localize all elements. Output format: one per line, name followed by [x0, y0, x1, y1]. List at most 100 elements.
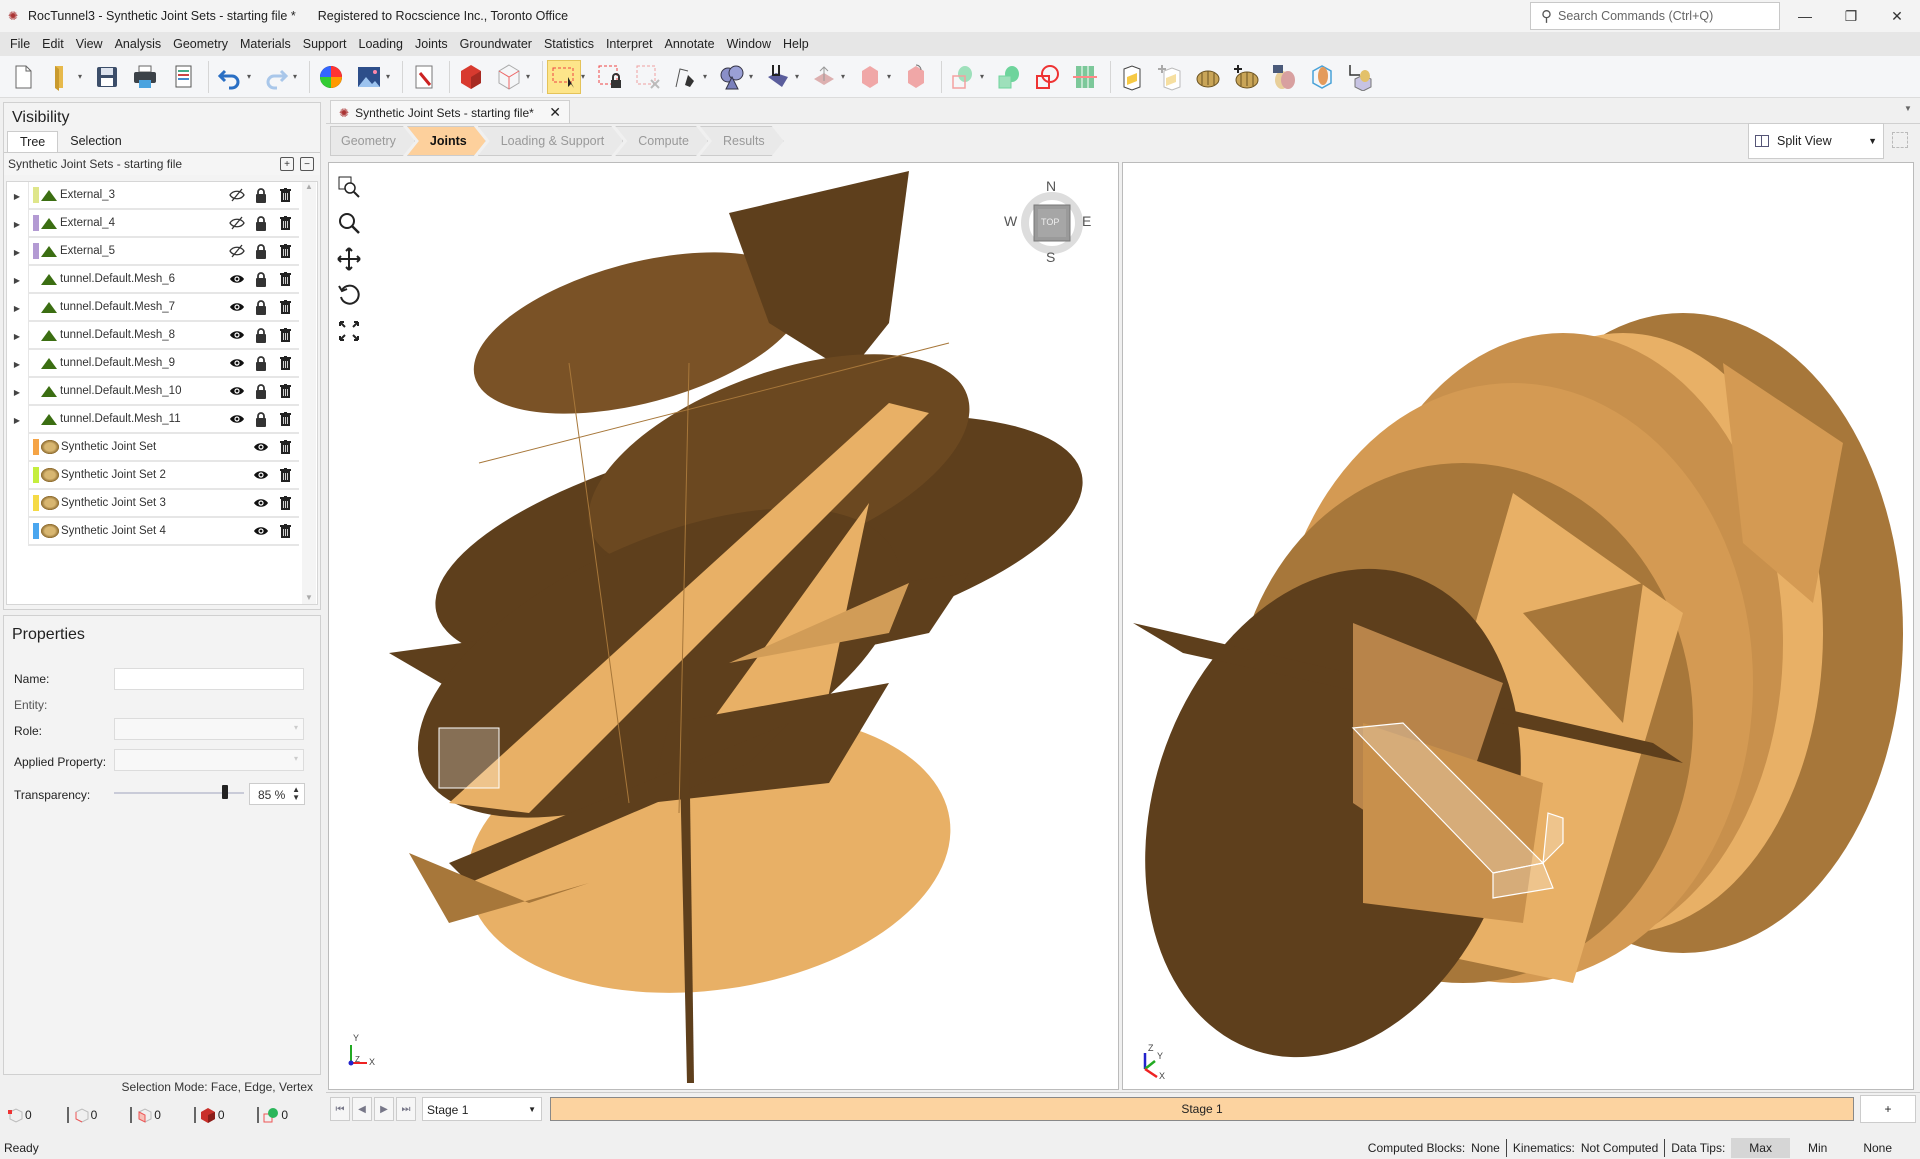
- menu-groundwater[interactable]: Groundwater: [454, 37, 538, 51]
- expand-arrow-icon[interactable]: ▶: [7, 192, 27, 201]
- expand-arrow-icon[interactable]: ▶: [7, 332, 27, 341]
- lock-icon[interactable]: [253, 327, 269, 343]
- expand-arrow-icon[interactable]: ▶: [7, 220, 27, 229]
- expand-arrow-icon[interactable]: ▶: [7, 304, 27, 313]
- pan-button[interactable]: [335, 245, 363, 273]
- rotate-button[interactable]: [899, 60, 933, 94]
- color-button[interactable]: [314, 60, 348, 94]
- first-stage-button[interactable]: ⏮: [330, 1097, 350, 1121]
- compass-north[interactable]: N: [1046, 178, 1056, 194]
- eye-icon[interactable]: [229, 299, 245, 315]
- add-joint-set-button[interactable]: [1229, 60, 1263, 94]
- lock-icon[interactable]: [253, 243, 269, 259]
- delete-icon[interactable]: [277, 383, 293, 399]
- applied-property-select[interactable]: ▾: [114, 749, 304, 771]
- view-cube-top[interactable]: TOP: [1041, 217, 1059, 227]
- search-commands-input[interactable]: ⚲ Search Commands (Ctrl+Q): [1530, 2, 1780, 30]
- last-stage-button[interactable]: ⏭: [396, 1097, 416, 1121]
- step-compute[interactable]: Compute: [615, 126, 708, 156]
- menu-support[interactable]: Support: [297, 37, 353, 51]
- menu-loading[interactable]: Loading: [353, 37, 410, 51]
- delete-icon[interactable]: [277, 467, 293, 483]
- menu-edit[interactable]: Edit: [36, 37, 70, 51]
- data-tips-min[interactable]: Min: [1790, 1138, 1845, 1158]
- polyline-dropdown[interactable]: ▾: [703, 72, 711, 81]
- delete-icon[interactable]: [277, 523, 293, 539]
- viewport-top[interactable]: N S E W TOP Y X Z: [328, 162, 1119, 1090]
- delete-icon[interactable]: [277, 439, 293, 455]
- expand-all-icon[interactable]: +: [280, 157, 294, 171]
- tree-row[interactable]: ▶ tunnel.Default.Mesh_11: [7, 406, 317, 434]
- eye-icon[interactable]: [229, 271, 245, 287]
- crop-box-button[interactable]: [1343, 60, 1377, 94]
- tree-row[interactable]: ▶ tunnel.Default.Mesh_8: [7, 322, 317, 350]
- restore-button[interactable]: ❐: [1828, 0, 1874, 32]
- tree-row[interactable]: ▶ tunnel.Default.Mesh_6: [7, 266, 317, 294]
- eye-icon[interactable]: [253, 495, 269, 511]
- select-dropdown[interactable]: ▾: [581, 72, 589, 81]
- close-tab-icon[interactable]: ✕: [549, 104, 561, 121]
- eye-icon[interactable]: [229, 383, 245, 399]
- data-tips-max[interactable]: Max: [1731, 1137, 1790, 1158]
- minimize-button[interactable]: —: [1782, 0, 1828, 32]
- clear-selection-button[interactable]: [631, 60, 665, 94]
- tree-row[interactable]: ▶ tunnel.Default.Mesh_9: [7, 350, 317, 378]
- layout-options-icon[interactable]: [1892, 132, 1908, 148]
- transparency-input[interactable]: 85 % ▲ ▼: [249, 783, 305, 805]
- viewport-perspective[interactable]: Z Y X: [1122, 162, 1914, 1090]
- eye-icon[interactable]: [229, 411, 245, 427]
- export-dropdown[interactable]: ▾: [386, 72, 394, 81]
- close-button[interactable]: ✕: [1874, 0, 1920, 32]
- lock-icon[interactable]: [253, 215, 269, 231]
- delete-icon[interactable]: [277, 355, 293, 371]
- zoom-window-button[interactable]: [335, 173, 363, 201]
- polyline-button[interactable]: [669, 60, 703, 94]
- menu-window[interactable]: Window: [721, 37, 777, 51]
- tree-row[interactable]: ▶ tunnel.Default.Mesh_7: [7, 294, 317, 322]
- add-joint-button[interactable]: [1153, 60, 1187, 94]
- spinner-icon[interactable]: ▲ ▼: [292, 786, 300, 802]
- export-image-button[interactable]: [352, 60, 386, 94]
- delete-icon[interactable]: [277, 215, 293, 231]
- redo-button[interactable]: [259, 60, 293, 94]
- scroll-up-icon[interactable]: ▲: [302, 182, 316, 191]
- shapes-dropdown[interactable]: ▾: [749, 72, 757, 81]
- tree-row[interactable]: Synthetic Joint Set: [7, 434, 317, 462]
- document-tab[interactable]: ✺ Synthetic Joint Sets - starting file* …: [330, 100, 570, 124]
- tree-row[interactable]: ▶ External_5: [7, 238, 317, 266]
- eye-icon[interactable]: [253, 523, 269, 539]
- zoom-button[interactable]: [335, 209, 363, 237]
- intersect-button[interactable]: [1030, 60, 1064, 94]
- lock-icon[interactable]: [253, 411, 269, 427]
- expand-arrow-icon[interactable]: ▶: [7, 360, 27, 369]
- import-geometry-button[interactable]: [761, 60, 795, 94]
- tree-row[interactable]: ▶ External_3: [7, 182, 317, 210]
- shapes-button[interactable]: [715, 60, 749, 94]
- next-stage-button[interactable]: ▶: [374, 1097, 394, 1121]
- tree-row[interactable]: Synthetic Joint Set 3: [7, 490, 317, 518]
- stage-tab[interactable]: Stage 1: [550, 1097, 1854, 1121]
- menu-file[interactable]: File: [4, 37, 36, 51]
- grid-slice-button[interactable]: [1068, 60, 1102, 94]
- boolean-dropdown[interactable]: ▾: [980, 72, 988, 81]
- delete-icon[interactable]: [277, 187, 293, 203]
- step-geometry[interactable]: Geometry: [330, 126, 415, 156]
- step-joints[interactable]: Joints: [407, 126, 486, 156]
- menu-interpret[interactable]: Interpret: [600, 37, 659, 51]
- step-results[interactable]: Results: [700, 126, 784, 156]
- lock-icon[interactable]: [253, 355, 269, 371]
- lock-icon[interactable]: [253, 271, 269, 287]
- scroll-down-icon[interactable]: ▼: [302, 593, 316, 602]
- open-button[interactable]: [44, 60, 78, 94]
- tree-row[interactable]: ▶ External_4: [7, 210, 317, 238]
- extrude-dropdown[interactable]: ▾: [841, 72, 849, 81]
- menu-statistics[interactable]: Statistics: [538, 37, 600, 51]
- joint-table-button[interactable]: [1267, 60, 1301, 94]
- new-file-button[interactable]: [6, 60, 40, 94]
- stage-select[interactable]: Stage 1 ▼: [422, 1097, 542, 1121]
- move-button[interactable]: [853, 60, 887, 94]
- expand-arrow-icon[interactable]: ▶: [7, 416, 27, 425]
- lock-selection-button[interactable]: [593, 60, 627, 94]
- view-mode-select[interactable]: Split View ▼: [1748, 123, 1884, 159]
- zoom-extents-button[interactable]: [335, 317, 363, 345]
